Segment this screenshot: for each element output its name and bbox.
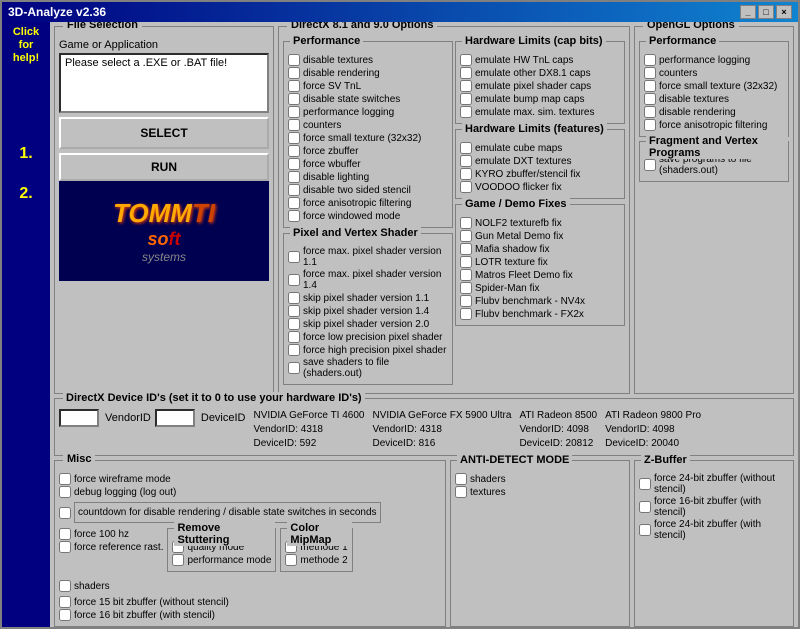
content-area: File Selection Game or Application Pleas… — [50, 22, 798, 627]
help-sidebar: Click for help! 1. 2. — [2, 22, 50, 627]
directx-columns: Performance disable textures disable ren… — [283, 41, 625, 389]
force-bits-area: force 15 bit zbuffer (without stencil) f… — [59, 596, 229, 621]
cb-two-sided-stencil: disable two sided stencil — [288, 184, 448, 196]
game-fixes-title: Game / Demo Fixes — [462, 198, 570, 210]
hw-limits-cap-subpanel: Hardware Limits (cap bits) emulate HW Tn… — [455, 41, 625, 124]
top-section: File Selection Game or Application Pleas… — [54, 26, 794, 394]
hw-limits-feat-subpanel: Hardware Limits (features) emulate cube … — [455, 129, 625, 199]
cb-disable-textures: disable textures — [288, 54, 448, 66]
cb-force-zbuffer: force zbuffer — [288, 145, 448, 157]
step-labels: 1. 2. — [19, 134, 32, 214]
click-help-text[interactable]: Click for help! — [13, 26, 39, 66]
opengl-title: OpenGL Options — [643, 22, 739, 31]
window-title: 3D-Analyze v2.36 — [8, 5, 106, 19]
file-selection-title: File Selection — [63, 22, 142, 31]
remove-stuttering-subpanel: Remove Stuttering quality mode performan… — [167, 528, 276, 572]
pixel-vertex-subpanel: Pixel and Vertex Shader force max. pixel… — [283, 233, 453, 385]
misc-options: force wireframe mode debug logging (log … — [59, 473, 441, 622]
directx-title: DirectX 8.1 and 9.0 Options — [287, 22, 437, 31]
device-cards: NVIDIA GeForce TI 4600 VendorID: 4318 De… — [254, 409, 790, 451]
run-button[interactable]: RUN — [59, 153, 269, 181]
file-selection-panel: File Selection Game or Application Pleas… — [54, 26, 274, 394]
game-label: Game or Application — [59, 39, 269, 51]
title-bar-buttons: _ □ × — [740, 5, 792, 19]
remove-stuttering-title: Remove Stuttering — [174, 522, 275, 546]
fragment-vertex-title: Fragment and Vertex Programs — [646, 135, 788, 159]
misc-col2: force 100 hz force reference rast. — [59, 528, 163, 576]
misc-col1: force wireframe mode debug logging (log … — [59, 473, 381, 524]
cb-anisotropic: force anisotropic filtering — [288, 197, 448, 209]
vendor-id-input[interactable] — [59, 409, 99, 427]
cb-small-texture: force small texture (32x32) — [288, 132, 448, 144]
performance-subpanel: Performance disable textures disable ren… — [283, 41, 453, 228]
cb-force-sv-tnl: force SV TnL — [288, 80, 448, 92]
hw-limits-feat-title: Hardware Limits (features) — [462, 123, 607, 135]
color-mipmap-title: Color MipMap — [287, 522, 351, 546]
fragment-vertex-subpanel: Fragment and Vertex Programs save progra… — [639, 141, 789, 182]
device-id-input[interactable] — [155, 409, 195, 427]
cb-counters: counters — [288, 119, 448, 131]
dx-col-right: Hardware Limits (cap bits) emulate HW Tn… — [455, 41, 625, 389]
countdown-area: countdown for disable rendering / disabl… — [59, 502, 381, 523]
zbuffer-panel: Z-Buffer force 24-bit zbuffer (without s… — [634, 460, 794, 627]
vendor-device-inputs: VendorID DeviceID — [59, 409, 246, 427]
device-card-2: ATI Radeon 8500 VendorID: 4098 DeviceID:… — [519, 409, 597, 451]
minimize-button[interactable]: _ — [740, 5, 756, 19]
vendor-id-label: VendorID — [105, 412, 151, 424]
directx-panel: DirectX 8.1 and 9.0 Options Performance … — [278, 26, 630, 394]
pixel-vertex-title: Pixel and Vertex Shader — [290, 227, 421, 239]
device-id-title: DirectX Device ID's (set it to 0 to use … — [63, 392, 365, 404]
opengl-performance-subpanel: Performance performance logging counters… — [639, 41, 789, 137]
hw-limits-cap-title: Hardware Limits (cap bits) — [462, 35, 606, 47]
title-bar: 3D-Analyze v2.36 _ □ × — [2, 2, 798, 22]
cb-disable-state: disable state switches — [288, 93, 448, 105]
countdown-box: countdown for disable rendering / disabl… — [74, 502, 381, 523]
cb-windowed-mode: force windowed mode — [288, 210, 448, 222]
anti-detect-title: ANTI-DETECT MODE — [457, 454, 572, 466]
cb-disable-rendering: disable rendering — [288, 67, 448, 79]
select-button[interactable]: SELECT — [59, 117, 269, 149]
misc-panel: Misc force wireframe mode debug logging … — [54, 460, 446, 627]
cb-disable-lighting: disable lighting — [288, 171, 448, 183]
game-fixes-subpanel: Game / Demo Fixes NOLF2 texturefb fix Gu… — [455, 204, 625, 326]
close-button[interactable]: × — [776, 5, 792, 19]
misc-title: Misc — [63, 453, 95, 465]
device-id-section: DirectX Device ID's (set it to 0 to use … — [54, 398, 794, 456]
file-path-display: Please select a .EXE or .BAT file! — [59, 53, 269, 113]
cb-force-wbuffer: force wbuffer — [288, 158, 448, 170]
zbuffer-title: Z-Buffer — [641, 454, 690, 466]
main-window: 3D-Analyze v2.36 _ □ × Click for help! 1… — [0, 0, 800, 629]
color-mipmap-subpanel: Color MipMap methode 1 methode 2 — [280, 528, 352, 572]
misc-section: Misc force wireframe mode debug logging … — [54, 460, 794, 627]
cb-perf-logging: performance logging — [288, 106, 448, 118]
opengl-perf-title: Performance — [646, 35, 719, 47]
device-card-1: NVIDIA GeForce FX 5900 Ultra VendorID: 4… — [372, 409, 511, 451]
device-id-inner: VendorID DeviceID NVIDIA GeForce TI 4600… — [59, 409, 789, 451]
performance-title: Performance — [290, 35, 363, 47]
maximize-button[interactable]: □ — [758, 5, 774, 19]
logo-area: TOMMTI soft systems — [59, 181, 269, 281]
opengl-panel: OpenGL Options Performance performance l… — [634, 26, 794, 394]
dx-col-left: Performance disable textures disable ren… — [283, 41, 453, 389]
misc-shaders-col: shaders force 15 bit zbuffer (without st… — [59, 580, 229, 622]
device-id-label: DeviceID — [201, 412, 246, 424]
anti-detect-panel: ANTI-DETECT MODE shaders textures — [450, 460, 630, 627]
device-card-0: NVIDIA GeForce TI 4600 VendorID: 4318 De… — [254, 409, 365, 451]
main-content: Click for help! 1. 2. File Selection Gam… — [2, 22, 798, 627]
device-card-3: ATI Radeon 9800 Pro VendorID: 4098 Devic… — [605, 409, 701, 451]
